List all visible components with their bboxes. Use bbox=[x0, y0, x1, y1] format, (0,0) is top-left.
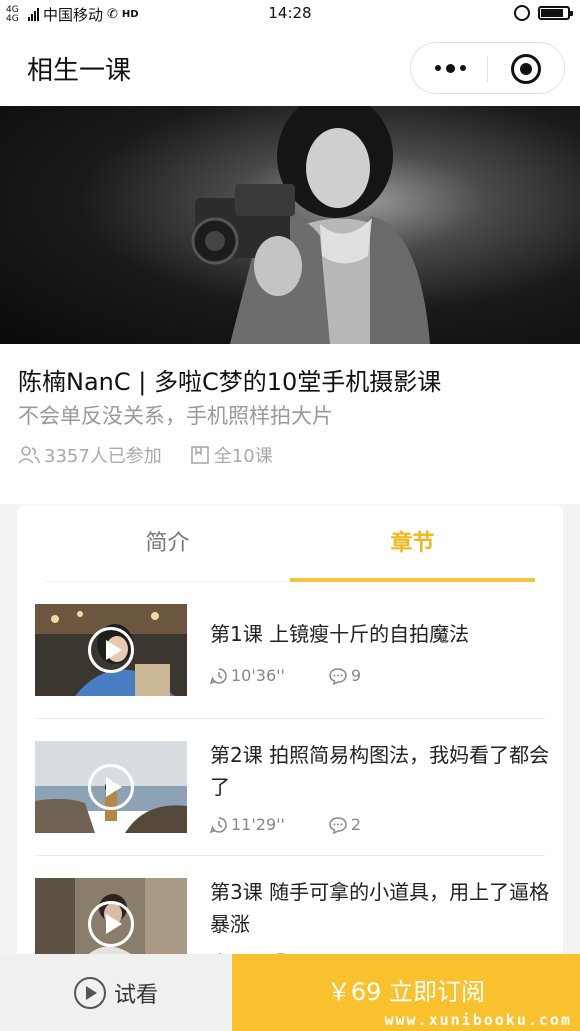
lessons-count: 全10课 bbox=[190, 442, 273, 468]
trial-button[interactable]: 试看 bbox=[0, 954, 232, 1031]
lesson-item[interactable]: 第1课 上镜瘦十斤的自拍魔法 10'36'' 9 bbox=[35, 582, 545, 719]
comment-icon bbox=[329, 816, 347, 834]
trial-label: 试看 bbox=[113, 982, 158, 1008]
page-title: 相生一课 bbox=[27, 56, 132, 86]
play-circle-icon bbox=[73, 976, 106, 1009]
play-icon bbox=[88, 627, 134, 673]
comment-icon bbox=[329, 667, 347, 685]
more-options-button[interactable] bbox=[432, 43, 468, 93]
watermark-text: www.xunibooku.com bbox=[384, 1011, 572, 1029]
lesson-thumbnail[interactable] bbox=[35, 741, 187, 833]
participants-text: 3357人已参加 bbox=[44, 446, 162, 467]
clock-icon bbox=[210, 667, 227, 684]
participants-count: 3357人已参加 bbox=[18, 442, 162, 468]
lesson-comments-text: 2 bbox=[350, 815, 362, 834]
chapters-card: 简介 章节 第1课 上镜瘦十斤的自拍魔法 10'36'' 9 第2课 拍照简易构… bbox=[17, 505, 563, 965]
cover-illustration bbox=[191, 106, 430, 344]
status-bar: 4G 4G 中国移动 ✆ HD 14:28 bbox=[0, 0, 580, 28]
lesson-book-icon bbox=[191, 446, 209, 464]
lesson-comments-text: 9 bbox=[350, 666, 362, 685]
lessons-total-text: 全10课 bbox=[213, 446, 273, 467]
navigation-bar: 相生一课 bbox=[0, 28, 580, 106]
lesson-title: 第1课 上镜瘦十斤的自拍魔法 bbox=[210, 622, 470, 646]
lesson-title: 第3课 随手可拿的小道具，用上了逼格暴涨 bbox=[210, 880, 550, 936]
lesson-duration-text: 11'29'' bbox=[231, 815, 285, 834]
tab-intro[interactable]: 简介 bbox=[45, 505, 290, 582]
course-title: 陈楠NanC | 多啦C梦的10堂手机摄影课 bbox=[18, 368, 442, 396]
lesson-duration-text: 10'36'' bbox=[231, 666, 285, 685]
lesson-meta: 11'29'' 2 bbox=[210, 815, 404, 834]
miniprogram-capsule bbox=[410, 42, 565, 94]
clock-icon bbox=[210, 816, 227, 833]
lesson-meta: 10'36'' 9 bbox=[210, 666, 404, 685]
play-icon bbox=[88, 764, 134, 810]
lesson-title: 第2课 拍照简易构图法，我妈看了都会了 bbox=[210, 743, 550, 799]
course-subtitle: 不会单反没关系，手机照样拍大片 bbox=[18, 404, 333, 428]
course-info: 陈楠NanC | 多啦C梦的10堂手机摄影课 不会单反没关系，手机照样拍大片 3… bbox=[0, 344, 580, 504]
course-cover-image bbox=[0, 106, 580, 344]
lesson-duration: 10'36'' bbox=[210, 666, 285, 685]
lesson-item[interactable]: 第2课 拍照简易构图法，我妈看了都会了 11'29'' 2 bbox=[35, 719, 549, 856]
lesson-thumbnail[interactable] bbox=[35, 604, 187, 696]
battery-icon bbox=[538, 6, 573, 20]
tab-bar: 简介 章节 bbox=[45, 505, 535, 582]
tab-chapters[interactable]: 章节 bbox=[290, 505, 535, 582]
lesson-duration: 11'29'' bbox=[210, 815, 285, 834]
lesson-comments: 2 bbox=[328, 815, 361, 834]
people-icon bbox=[18, 446, 40, 464]
rotation-lock-icon bbox=[514, 5, 530, 21]
clock: 14:28 bbox=[268, 4, 312, 22]
close-miniprogram-button[interactable] bbox=[511, 54, 541, 84]
bottom-action-bar: 试看 ￥69 立即订阅 www.xunibooku.com bbox=[0, 954, 580, 1031]
lesson-thumbnail[interactable] bbox=[35, 878, 187, 965]
lesson-item[interactable]: 第3课 随手可拿的小道具，用上了逼格暴涨 bbox=[35, 856, 549, 965]
capsule-divider bbox=[487, 56, 488, 82]
play-icon bbox=[88, 901, 134, 947]
course-meta: 3357人已参加 全10课 bbox=[18, 442, 301, 468]
lesson-comments: 9 bbox=[328, 666, 361, 685]
